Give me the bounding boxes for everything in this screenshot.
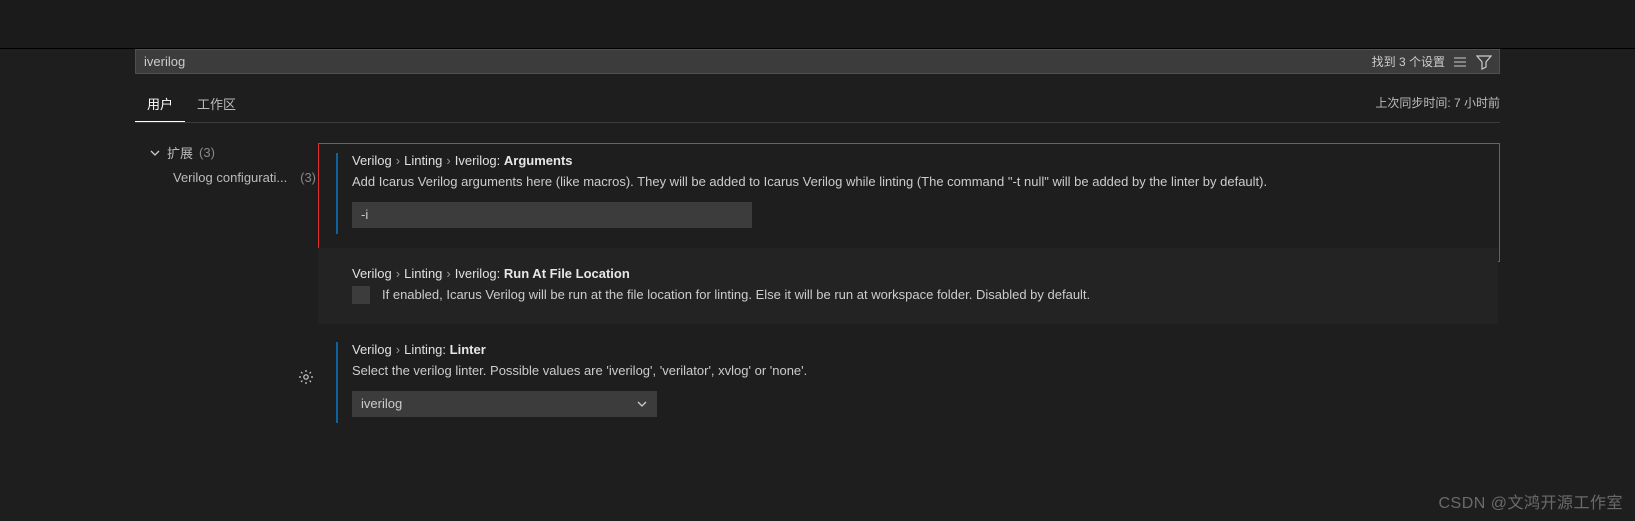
search-actions: 找到 3 个设置: [1372, 53, 1499, 71]
sidebar-group-label: 扩展: [167, 143, 193, 162]
settings-search-row: 找到 3 个设置: [135, 49, 1500, 74]
settings-tabs-row: 用户 工作区 上次同步时间: 7 小时前: [135, 88, 1500, 123]
sidebar-item-verilog-config[interactable]: Verilog configurati... (3): [135, 166, 318, 189]
setting-description: If enabled, Icarus Verilog will be run a…: [382, 285, 1090, 305]
linter-select[interactable]: iverilog: [352, 391, 657, 417]
setting-description: Add Icarus Verilog arguments here (like …: [342, 172, 1480, 192]
settings-list: Verilog›Linting›Iverilog: Arguments Add …: [318, 123, 1500, 437]
sidebar-group-count: (3): [199, 145, 215, 160]
filter-icon[interactable]: [1475, 53, 1493, 71]
setting-linter: Verilog›Linting: Linter Select the veril…: [318, 324, 1500, 437]
gear-icon[interactable]: [298, 369, 314, 385]
chevron-down-icon: [149, 147, 161, 159]
clear-search-icon[interactable]: [1451, 53, 1469, 71]
modified-indicator: [336, 342, 338, 423]
settings-search-input[interactable]: [136, 50, 1372, 73]
sidebar-group-extensions[interactable]: 扩展 (3): [135, 139, 318, 166]
tab-user[interactable]: 用户: [135, 88, 185, 122]
setting-arguments: Verilog›Linting›Iverilog: Arguments Add …: [318, 125, 1500, 248]
sidebar-item-count: (3): [300, 170, 318, 185]
title-bar: [0, 0, 1635, 49]
linter-select-value: iverilog: [361, 396, 402, 411]
setting-title: Verilog›Linting: Linter: [342, 342, 1480, 357]
setting-run-at-file-location: Verilog›Linting›Iverilog: Run At File Lo…: [318, 248, 1498, 325]
last-sync-time: 上次同步时间: 7 小时前: [1375, 94, 1500, 117]
tab-workspace[interactable]: 工作区: [185, 88, 248, 122]
settings-sidebar: 扩展 (3) Verilog configurati... (3): [135, 123, 318, 437]
chevron-down-icon: [636, 398, 648, 410]
search-result-count: 找到 3 个设置: [1372, 53, 1445, 70]
arguments-input[interactable]: [352, 202, 752, 228]
setting-description: Select the verilog linter. Possible valu…: [342, 361, 1480, 381]
sidebar-item-label: Verilog configurati...: [173, 170, 287, 185]
setting-title: Verilog›Linting›Iverilog: Arguments: [342, 153, 1480, 168]
run-at-file-location-checkbox[interactable]: [352, 286, 370, 304]
setting-title: Verilog›Linting›Iverilog: Run At File Lo…: [342, 266, 1478, 281]
watermark: CSDN @文鸿开源工作室: [1438, 489, 1623, 513]
modified-indicator: [336, 153, 338, 234]
